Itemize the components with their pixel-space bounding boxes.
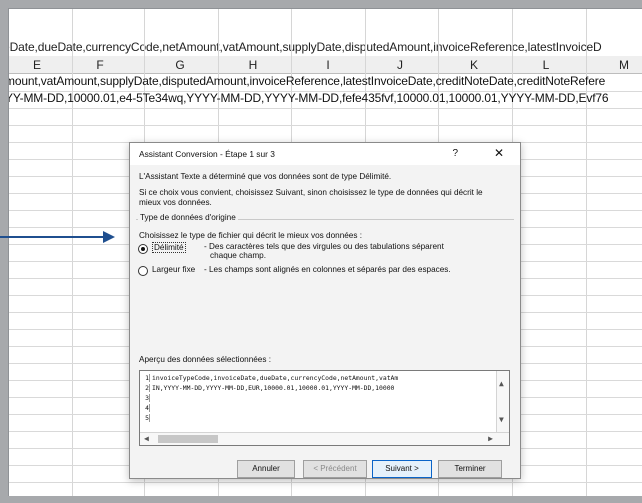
column-header-m[interactable]: M xyxy=(614,58,634,72)
data-preview[interactable]: 1 invoiceTypeCode,invoiceDate,dueDate,cur… xyxy=(139,370,510,446)
column-header-e[interactable]: E xyxy=(27,58,47,72)
callout-arrow-head xyxy=(103,231,115,243)
preview-line-number: 2 xyxy=(142,384,150,392)
spreadsheet-area: eDate,dueDate,currencyCode,netAmount,vat… xyxy=(8,8,642,496)
chevron-up-icon[interactable]: ▲ xyxy=(499,379,504,388)
preview-line: 1 invoiceTypeCode,invoiceDate,dueDate,cur… xyxy=(142,374,398,382)
formula-bar[interactable]: eDate,dueDate,currencyCode,netAmount,vat… xyxy=(9,34,642,57)
grid-line xyxy=(9,108,642,109)
preview-label: Aperçu des données sélectionnées : xyxy=(139,355,271,364)
option-delimite-text[interactable]: Délimité xyxy=(152,242,186,253)
grid-line xyxy=(9,482,642,483)
choose-label: Choisissez le type de fichier qui décrit… xyxy=(139,231,362,240)
column-header-i[interactable]: I xyxy=(318,58,338,72)
cell-row-1[interactable]: mount,vatAmount,supplyDate,disputedAmoun… xyxy=(9,74,605,88)
preview-vertical-scrollbar[interactable]: ▲ ▼ xyxy=(496,371,509,433)
chevron-right-icon[interactable]: ▶ xyxy=(488,434,493,443)
scrollbar-thumb[interactable] xyxy=(158,435,218,443)
preview-horizontal-scrollbar[interactable]: ◀ ▶ xyxy=(140,432,509,445)
radio-selected-dot xyxy=(141,247,145,251)
preview-line-number: 3 xyxy=(142,394,150,402)
option-delimite-desc-2: chaque champ. xyxy=(210,251,266,260)
column-header-j[interactable]: J xyxy=(390,58,410,72)
hint-text-line-2: mieux vos données. xyxy=(139,198,212,207)
option-delimite-desc-1: - Des caractères tels que des virgules o… xyxy=(204,242,444,251)
preview-line-text: IN,YYYY-MM-DD,YYYY-MM-DD,EUR,10000.01,10… xyxy=(152,384,395,392)
cancel-button[interactable]: Annuler xyxy=(237,460,295,478)
preview-line-number: 4 xyxy=(142,404,150,412)
radio-delimite[interactable] xyxy=(138,244,148,254)
dialog-title-bar[interactable]: Assistant Conversion - Étape 1 sur 3 ? ✕ xyxy=(130,143,520,165)
close-button[interactable]: ✕ xyxy=(494,146,504,160)
help-button[interactable]: ? xyxy=(452,148,458,159)
preview-line: 3 xyxy=(142,394,152,402)
chevron-left-icon[interactable]: ◀ xyxy=(144,434,149,443)
next-button[interactable]: Suivant > xyxy=(372,460,432,478)
option-delimite-label[interactable]: Délimité xyxy=(152,242,186,253)
preview-line: 2 IN,YYYY-MM-DD,YYYY-MM-DD,EUR,10000.01,1… xyxy=(142,384,394,392)
dialog-title: Assistant Conversion - Étape 1 sur 3 xyxy=(139,149,275,159)
column-header-g[interactable]: G xyxy=(170,58,190,72)
text-import-wizard-dialog: Assistant Conversion - Étape 1 sur 3 ? ✕… xyxy=(129,142,521,479)
column-header-h[interactable]: H xyxy=(243,58,263,72)
cell-row-2[interactable]: YY-MM-DD,10000.01,e4-5Te34wq,YYYY-MM-DD,… xyxy=(9,91,609,105)
grid-line xyxy=(9,125,642,126)
preview-line: 4 xyxy=(142,404,152,412)
group-title: Type de données d'origine xyxy=(138,213,238,222)
previous-button[interactable]: < Précédent xyxy=(303,460,367,478)
callout-arrow-line xyxy=(0,236,108,238)
option-largeur-fixe-desc: - Les champs sont alignés en colonnes et… xyxy=(204,265,451,274)
hint-text-line-1: Si ce choix vous convient, choisissez Su… xyxy=(139,188,483,197)
preview-line: 5 xyxy=(142,414,152,422)
option-largeur-fixe-label[interactable]: Largeur fixe xyxy=(152,265,195,274)
column-headers: E F G H I J K L M xyxy=(9,56,642,74)
preview-line-number: 5 xyxy=(142,414,150,422)
column-header-f[interactable]: F xyxy=(90,58,110,72)
preview-line-number: 1 xyxy=(142,374,150,382)
radio-largeur-fixe[interactable] xyxy=(138,266,148,276)
chevron-down-icon[interactable]: ▼ xyxy=(499,415,504,424)
intro-text: L'Assistant Texte a déterminé que vos do… xyxy=(139,172,392,181)
finish-button[interactable]: Terminer xyxy=(438,460,502,478)
preview-line-text: invoiceTypeCode,invoiceDate,dueDate,curr… xyxy=(152,374,399,382)
column-header-k[interactable]: K xyxy=(464,58,484,72)
column-header-l[interactable]: L xyxy=(536,58,556,72)
